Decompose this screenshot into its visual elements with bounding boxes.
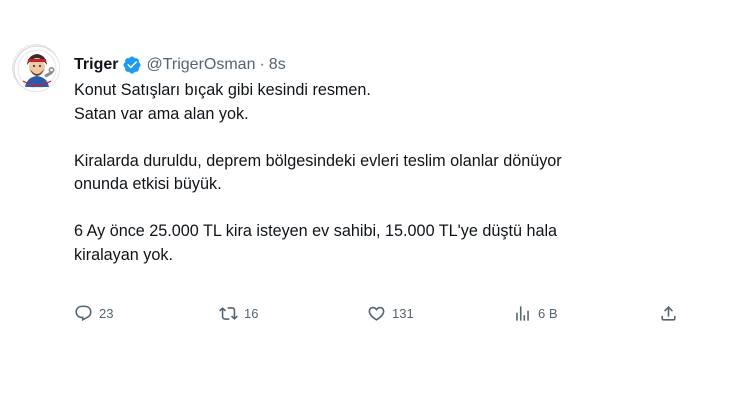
views-count: 6 B (538, 305, 558, 321)
tweet-actions: 23 16 131 6 B (0, 301, 730, 325)
views-button[interactable]: 6 B (513, 301, 558, 325)
header-separator: · (259, 56, 265, 73)
tweet-card[interactable]: Triger @TrigerOsman · 8s Konut Satışları… (0, 0, 730, 420)
author-name[interactable]: Triger (74, 56, 118, 74)
retweet-icon (219, 306, 238, 320)
retweet-button[interactable]: 16 (219, 301, 258, 325)
cartoon-avatar-icon (13, 45, 59, 91)
author-handle[interactable]: @TrigerOsman (146, 56, 255, 74)
reply-count: 23 (99, 305, 114, 321)
share-icon (661, 305, 676, 321)
tweet-line: kiralayan yok. (74, 245, 173, 264)
views-chart-icon (516, 305, 529, 321)
tweet-line: Satan var ama alan yok. (74, 104, 249, 123)
reply-button[interactable]: 23 (74, 301, 113, 325)
tweet-line: onunda etkisi büyük. (74, 175, 222, 193)
tweet-line: Konut Satışları bıçak gibi kesindi resme… (74, 81, 371, 99)
like-count: 131 (392, 305, 414, 321)
tweet-header: Triger @TrigerOsman · 8s (74, 54, 286, 76)
like-button[interactable]: 131 (367, 301, 414, 325)
share-button[interactable] (659, 301, 678, 325)
heart-icon (368, 306, 385, 321)
tweet-line: 6 Ay önce 25.000 TL kira isteyen ev sahi… (74, 222, 558, 240)
tweet-line: Kiralarda duruldu, deprem bölgesindeki e… (74, 151, 562, 170)
avatar[interactable] (12, 44, 60, 92)
tweet-text: Konut Satışları bıçak gibi kesindi resme… (74, 79, 694, 267)
tweet-timestamp[interactable]: 8s (269, 56, 286, 74)
reply-icon (75, 305, 92, 321)
retweet-count: 16 (244, 305, 259, 321)
verified-badge-icon (122, 55, 142, 75)
